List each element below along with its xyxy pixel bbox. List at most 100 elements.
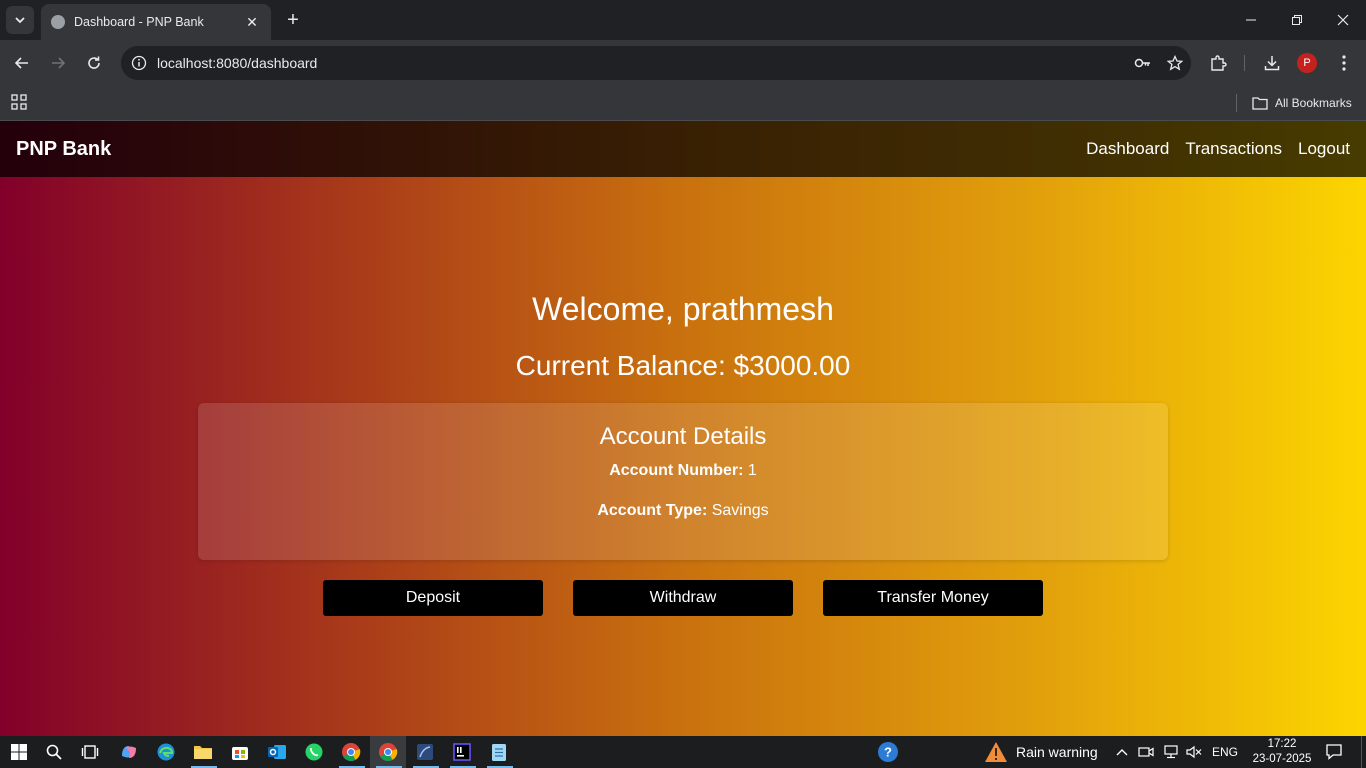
arrow-left-icon (14, 57, 28, 69)
key-icon[interactable] (1127, 57, 1159, 69)
taskbar-search-button[interactable] (42, 740, 66, 764)
browser-tab-active[interactable]: Dashboard - PNP Bank ✕ (41, 4, 271, 40)
transfer-money-button[interactable]: Transfer Money (823, 580, 1043, 616)
url-text[interactable]: localhost:8080/dashboard (157, 55, 1127, 71)
taskbar-notepad[interactable] (487, 740, 511, 764)
edge-icon (157, 743, 175, 761)
kebab-menu-icon (1342, 55, 1346, 71)
restore-button[interactable] (1274, 0, 1320, 40)
bookmarks-bar: All Bookmarks (0, 86, 1366, 121)
notifications-button[interactable] (1322, 740, 1346, 764)
brand-logo[interactable]: PNP Bank (16, 138, 111, 161)
chrome-icon (342, 743, 361, 762)
address-bar[interactable]: localhost:8080/dashboard (121, 46, 1191, 80)
account-details-card: Account Details Account Number: 1 Accoun… (198, 403, 1168, 560)
browser-toolbar: localhost:8080/dashboard P (0, 40, 1366, 86)
weather-text: Rain warning (1016, 744, 1098, 760)
account-number-label: Account Number: (609, 462, 744, 479)
store-icon (232, 747, 248, 760)
search-icon (46, 744, 62, 760)
database-app-icon (417, 744, 433, 760)
volume-tray[interactable] (1182, 740, 1206, 764)
account-type-value: Savings (711, 502, 769, 519)
intellij-icon (453, 743, 471, 761)
dashboard-page: PNP Bank Dashboard Transactions Logout W… (0, 121, 1366, 736)
task-view-icon (81, 745, 99, 759)
close-tab-icon[interactable]: ✕ (243, 14, 261, 31)
new-tab-button[interactable]: + (282, 9, 304, 31)
site-info-icon[interactable] (121, 55, 157, 71)
app-navbar: PNP Bank Dashboard Transactions Logout (0, 121, 1366, 177)
restore-icon (1292, 15, 1302, 25)
reload-button[interactable] (80, 49, 108, 77)
globe-icon (51, 15, 65, 29)
windows-start-button[interactable] (7, 740, 31, 764)
network-tray[interactable] (1158, 740, 1182, 764)
profile-button[interactable]: P (1293, 49, 1321, 77)
downloads-button[interactable] (1258, 49, 1286, 77)
camera-icon (1138, 747, 1154, 757)
tab-search-button[interactable] (6, 6, 34, 34)
network-icon (1164, 745, 1178, 759)
copilot-icon (122, 746, 136, 758)
download-icon (1264, 56, 1280, 71)
chevron-up-icon (1116, 749, 1128, 756)
taskbar-mysql-workbench[interactable] (413, 740, 437, 764)
get-help-button[interactable]: ? (876, 740, 900, 764)
taskbar-chrome-2-active[interactable] (376, 740, 400, 764)
help-icon: ? (878, 742, 898, 762)
minimize-button[interactable] (1228, 0, 1274, 40)
close-window-button[interactable] (1320, 0, 1366, 40)
chrome-icon (379, 743, 398, 762)
language-indicator[interactable]: ENG (1212, 745, 1238, 759)
back-button[interactable] (8, 49, 36, 77)
welcome-heading: Welcome, prathmesh (532, 291, 834, 327)
profile-avatar: P (1297, 53, 1317, 73)
taskbar-chrome-1[interactable] (339, 740, 363, 764)
nav-logout-link[interactable]: Logout (1298, 139, 1350, 159)
account-details-title: Account Details (599, 423, 767, 450)
account-number-row: Account Number: 1 (198, 462, 1168, 480)
all-bookmarks-label: All Bookmarks (1275, 96, 1352, 110)
account-type-row: Account Type: Savings (198, 502, 1168, 520)
show-hidden-icons-button[interactable] (1110, 740, 1134, 764)
weather-widget[interactable]: Rain warning (984, 740, 1098, 764)
extensions-button[interactable] (1204, 49, 1232, 77)
nav-dashboard-link[interactable]: Dashboard (1086, 139, 1169, 159)
notepad-icon (492, 744, 506, 761)
taskbar-outlook[interactable] (265, 740, 289, 764)
windows-logo-icon (11, 744, 27, 760)
windows-taskbar: ? Rain warning ENG 17:22 23-07-2025 (0, 736, 1366, 768)
svg-text:?: ? (884, 745, 892, 760)
tab-title: Dashboard - PNP Bank (74, 15, 204, 29)
warning-icon (985, 742, 1007, 762)
chat-bubble-icon (1326, 744, 1342, 760)
all-bookmarks-button[interactable]: All Bookmarks (1252, 93, 1352, 113)
clock-time[interactable]: 17:22 (1262, 738, 1302, 750)
taskbar-intellij[interactable] (450, 740, 474, 764)
volume-muted-icon (1186, 745, 1202, 759)
account-number-value: 1 (747, 462, 757, 479)
show-desktop-button[interactable] (1361, 736, 1362, 768)
taskbar-edge[interactable] (154, 740, 178, 764)
star-icon[interactable] (1159, 55, 1191, 71)
browser-tabstrip: Dashboard - PNP Bank ✕ + (0, 0, 1366, 40)
taskbar-file-explorer[interactable] (191, 740, 215, 764)
reload-icon (88, 56, 100, 69)
clock-date[interactable]: 23-07-2025 (1247, 753, 1317, 765)
deposit-button[interactable]: Deposit (323, 580, 543, 616)
nav-transactions-link[interactable]: Transactions (1185, 139, 1282, 159)
nav-links: Dashboard Transactions Logout (1086, 139, 1350, 159)
meet-now-tray[interactable] (1134, 740, 1158, 764)
task-view-button[interactable] (78, 740, 102, 764)
withdraw-button[interactable]: Withdraw (573, 580, 793, 616)
browser-menu-button[interactable] (1330, 49, 1358, 77)
taskbar-copilot[interactable] (117, 740, 141, 764)
forward-button[interactable] (44, 49, 72, 77)
whatsapp-icon (305, 743, 323, 761)
folder-icon (194, 746, 212, 759)
taskbar-store[interactable] (228, 740, 252, 764)
apps-grid-icon[interactable] (10, 93, 30, 113)
taskbar-whatsapp[interactable] (302, 740, 326, 764)
account-type-label: Account Type: (597, 502, 708, 519)
